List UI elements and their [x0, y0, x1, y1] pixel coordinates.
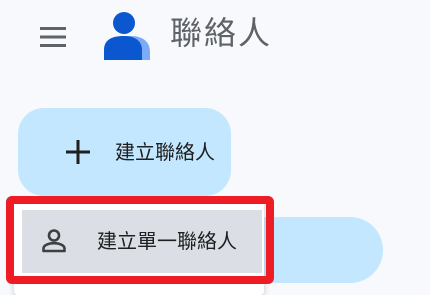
- main-menu-button[interactable]: [30, 18, 76, 56]
- contacts-app: 聯絡人 建立聯絡人 建立單一聯絡人: [0, 0, 430, 295]
- contacts-logo-icon: [104, 12, 150, 60]
- create-contact-label: 建立聯絡人: [115, 140, 215, 164]
- menu-item-label: 建立單一聯絡人: [97, 229, 237, 253]
- hamburger-menu-icon: [40, 27, 66, 47]
- app-title: 聯絡人: [170, 14, 273, 52]
- create-contact-button[interactable]: 建立聯絡人: [18, 108, 231, 196]
- menu-item-create-single-contact[interactable]: 建立單一聯絡人: [22, 210, 262, 273]
- plus-icon: [66, 140, 90, 164]
- person-icon: [42, 229, 66, 253]
